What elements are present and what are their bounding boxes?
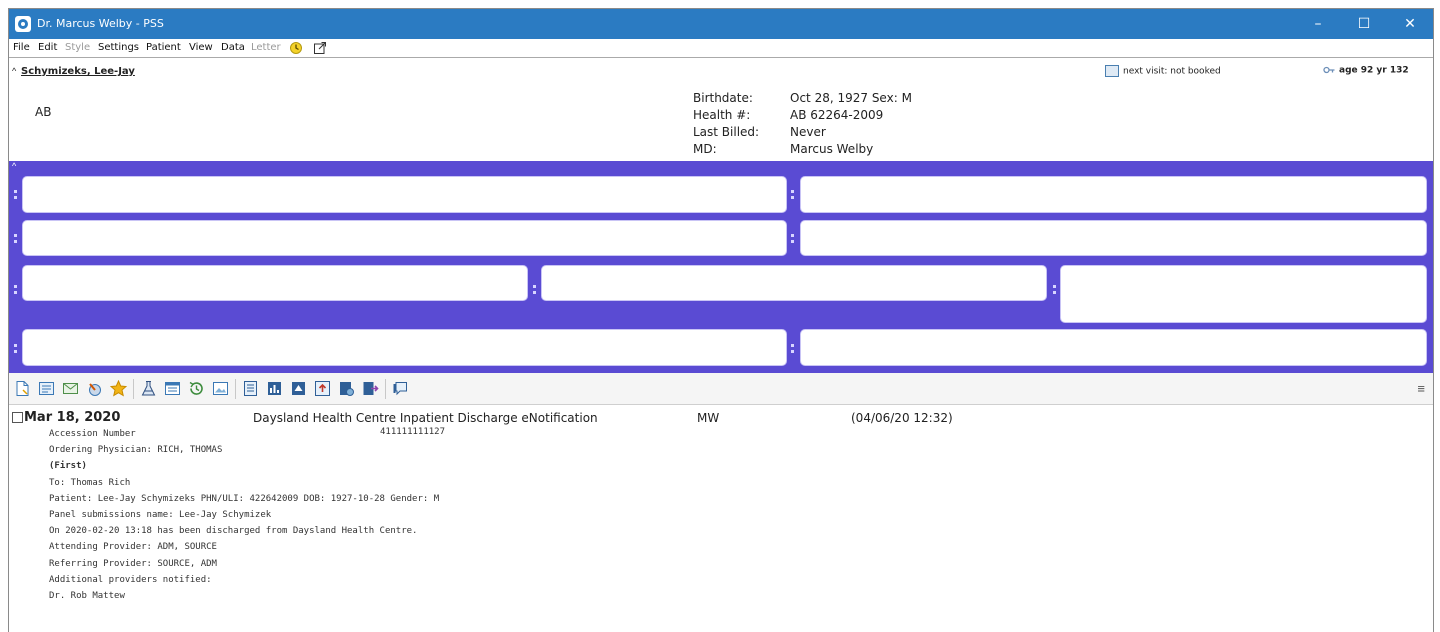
printer-list-icon[interactable] xyxy=(164,380,181,397)
maximize-button[interactable]: ☐ xyxy=(1341,9,1387,39)
md-value: Marcus Welby xyxy=(790,142,874,156)
menu-settings[interactable]: Settings xyxy=(98,42,139,53)
birthdate-value: Oct 28, 1927 Sex: M xyxy=(790,91,912,105)
drag-grip-icon[interactable] xyxy=(13,188,19,202)
patient-age: age 92 yr 132 xyxy=(1323,65,1409,76)
panel-row4-left[interactable] xyxy=(22,329,787,366)
dial-icon[interactable] xyxy=(289,41,303,55)
letter-icon[interactable] xyxy=(62,380,79,397)
calendar-icon xyxy=(1105,65,1119,77)
panel-row4-right[interactable] xyxy=(800,329,1427,366)
toolbar-separator xyxy=(133,379,134,399)
last-billed-label: Last Billed: xyxy=(693,125,760,139)
report-line: Additional providers notified: xyxy=(49,574,212,585)
title-bar[interactable]: Dr. Marcus Welby - PSS – ☐ ✕ xyxy=(9,9,1433,39)
drag-grip-icon[interactable] xyxy=(13,283,19,297)
md-label: MD: xyxy=(693,142,717,156)
star-icon[interactable] xyxy=(109,379,128,397)
entry-md: MW xyxy=(697,411,720,425)
minimize-button[interactable]: – xyxy=(1295,9,1341,39)
last-billed-value: Never xyxy=(790,125,826,139)
toolbar-separator xyxy=(235,379,236,399)
chart-view-icon[interactable] xyxy=(266,380,283,397)
report-line: On 2020-02-20 13:18 has been discharged … xyxy=(49,526,418,537)
panel-collapse-caret-icon[interactable]: ^ xyxy=(12,161,16,171)
report-line: Ordering Physician: RICH, THOMAS xyxy=(49,445,223,456)
menu-bar: File Edit Style Settings Patient View Da… xyxy=(9,39,1433,58)
drag-grip-icon[interactable] xyxy=(532,283,538,297)
window-title: Dr. Marcus Welby - PSS xyxy=(37,17,164,30)
report-line: Accession Number xyxy=(49,429,136,439)
new-document-icon[interactable] xyxy=(14,380,31,397)
form-icon[interactable] xyxy=(38,380,55,397)
drag-grip-icon[interactable] xyxy=(790,188,796,202)
toolbar-separator xyxy=(385,379,386,399)
next-visit-text: next visit: not booked xyxy=(1123,66,1221,77)
report-line: Referring Provider: SOURCE, ADM xyxy=(49,558,217,569)
report-body: Accession Number Ordering Physician: RIC… xyxy=(49,426,439,604)
panel-row3-left[interactable] xyxy=(22,265,528,301)
chart-content: Mar 18, 2020 Daysland Health Centre Inpa… xyxy=(9,406,1433,632)
send-icon[interactable] xyxy=(362,380,379,397)
drag-grip-icon[interactable] xyxy=(1052,283,1058,297)
health-number-label: Health #: xyxy=(693,108,751,122)
flask-icon[interactable] xyxy=(140,380,157,397)
menu-view[interactable]: View xyxy=(189,42,213,53)
toolbar: ≡ xyxy=(9,373,1433,405)
panel-row1-left[interactable] xyxy=(22,176,787,213)
report-line: Dr. Rob Mattew xyxy=(49,590,125,601)
report-line: Panel submissions name: Lee-Jay Schymize… xyxy=(49,509,272,520)
menu-edit[interactable]: Edit xyxy=(38,42,57,53)
drag-grip-icon[interactable] xyxy=(790,232,796,246)
entry-date[interactable]: Mar 18, 2020 xyxy=(24,410,120,425)
entry-checkbox[interactable] xyxy=(12,412,23,423)
next-visit[interactable]: next visit: not booked xyxy=(1105,65,1221,77)
health-number-value: AB 62264-2009 xyxy=(790,108,884,122)
history-icon[interactable] xyxy=(188,380,205,397)
panel-row3-middle[interactable] xyxy=(541,265,1047,301)
patient-header: ^ Schymizeks, Lee-Jay AB Birthdate: Oct … xyxy=(9,59,1433,162)
image-icon[interactable] xyxy=(212,380,229,397)
app-logo-icon xyxy=(15,16,31,32)
panel-row2-right[interactable] xyxy=(800,220,1427,256)
note-icon[interactable] xyxy=(242,380,259,397)
report-line: (First) xyxy=(49,461,87,472)
drag-grip-icon[interactable] xyxy=(13,342,19,356)
drag-grip-icon[interactable] xyxy=(790,342,796,356)
menu-data[interactable]: Data xyxy=(221,42,245,53)
panel-row2-left[interactable] xyxy=(22,220,787,256)
upload-icon[interactable] xyxy=(314,380,331,397)
patient-name[interactable]: Schymizeks, Lee-Jay xyxy=(21,66,135,77)
menu-file[interactable]: File xyxy=(13,42,30,53)
report-line: Patient: Lee-Jay Schymizeks PHN/ULI: 422… xyxy=(49,493,440,504)
birthdate-label: Birthdate: xyxy=(693,91,753,105)
key-icon xyxy=(1323,65,1335,75)
lab-requisition-icon[interactable] xyxy=(86,380,103,397)
summary-icon[interactable] xyxy=(290,380,307,397)
panel-row1-right[interactable] xyxy=(800,176,1427,213)
report-line: To: Thomas Rich xyxy=(49,477,131,488)
patient-province: AB xyxy=(35,105,52,119)
external-link-icon[interactable] xyxy=(313,41,327,55)
menu-letter[interactable]: Letter xyxy=(251,42,281,53)
entry-timestamp: (04/06/20 12:32) xyxy=(851,411,953,425)
report-line: Attending Provider: ADM, SOURCE xyxy=(49,542,217,553)
report-icon[interactable] xyxy=(338,380,355,397)
menu-style[interactable]: Style xyxy=(65,42,90,53)
panel-row3-right[interactable] xyxy=(1060,265,1427,323)
drag-grip-icon[interactable] xyxy=(13,232,19,246)
list-view-icon[interactable]: ≡ xyxy=(1417,381,1425,396)
collapse-caret-icon[interactable]: ^ xyxy=(12,66,16,76)
menu-patient[interactable]: Patient xyxy=(146,42,181,53)
age-text: age 92 yr 132 xyxy=(1339,65,1409,76)
entry-title[interactable]: Daysland Health Centre Inpatient Dischar… xyxy=(253,411,598,425)
comment-icon[interactable] xyxy=(392,380,409,397)
panel-region: ^ xyxy=(9,161,1433,373)
close-button[interactable]: ✕ xyxy=(1387,9,1433,39)
app-window: Dr. Marcus Welby - PSS – ☐ ✕ File Edit S… xyxy=(8,8,1434,632)
